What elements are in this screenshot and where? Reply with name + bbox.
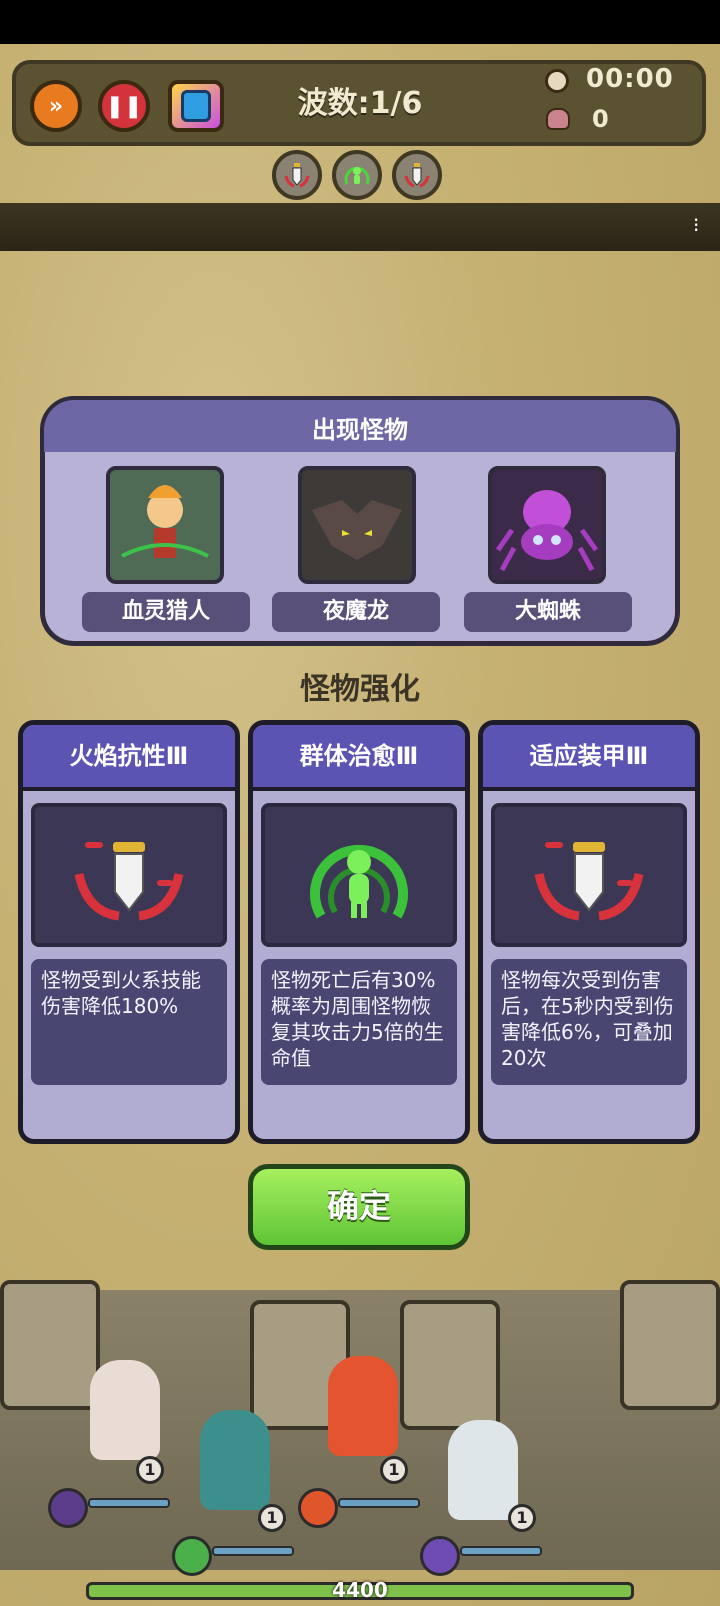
dagger-icon	[404, 163, 430, 188]
clock-icon	[545, 69, 569, 93]
dagger-icon	[74, 842, 184, 921]
base-hp-value: 4400	[332, 1578, 388, 1602]
banner-handle-icon[interactable]: ⁝	[693, 213, 699, 237]
hero-energy-bar	[338, 1498, 420, 1508]
spear-skill-icon[interactable]	[48, 1488, 88, 1528]
bat-dragon-icon	[312, 500, 402, 560]
confirm-button[interactable]: 确定	[248, 1164, 470, 1250]
wind-skill-icon[interactable]	[172, 1536, 212, 1576]
card-art	[31, 803, 227, 947]
info-banner	[0, 203, 720, 251]
buff-chip-adaptive-armor[interactable]	[392, 150, 442, 200]
timer: 00:00	[586, 64, 674, 94]
card-art	[261, 803, 457, 947]
dagger-icon	[534, 842, 644, 921]
monster-name: 大蜘蛛	[464, 592, 632, 632]
monsters-panel-title: 出现怪物	[312, 416, 408, 444]
kill-count: 0	[592, 105, 609, 133]
arcane-skill-icon[interactable]	[420, 1536, 460, 1576]
card-title: 群体治愈Ⅲ	[253, 725, 465, 791]
buff-chip-group-heal[interactable]	[332, 150, 382, 200]
hero-fire-warrior[interactable]	[328, 1356, 398, 1456]
monster-portrait-blood-hunter[interactable]	[106, 466, 224, 584]
card-title: 适应装甲Ⅲ	[483, 725, 695, 791]
hero-elf-mage[interactable]	[90, 1360, 160, 1460]
hero-energy-bar	[460, 1546, 542, 1556]
skull-icon	[546, 108, 570, 130]
speed-button[interactable]: »	[30, 80, 82, 132]
elf-hunter-icon	[121, 485, 209, 558]
castle-pillar	[0, 1280, 100, 1410]
hero-energy-bar	[88, 1498, 170, 1508]
fast-forward-icon: »	[48, 93, 64, 119]
card-description: 怪物每次受到伤害后，在5秒内受到伤害降低6%，可叠加20次	[491, 959, 687, 1085]
hero-level-badge: 1	[136, 1456, 164, 1484]
section-title: 怪物强化	[300, 672, 420, 707]
monster-buff-card[interactable]: 适应装甲Ⅲ 怪物每次受到伤害后，在5秒内受到伤害降低6%，可叠加20次	[478, 720, 700, 1144]
card-title: 火焰抗性Ⅲ	[23, 725, 235, 791]
card-icon	[181, 90, 211, 122]
buff-chip-fire-resist[interactable]	[272, 150, 322, 200]
hero-old-wizard[interactable]	[448, 1420, 518, 1520]
dagger-icon	[284, 163, 310, 188]
hero-level-badge: 1	[258, 1504, 286, 1532]
castle-pillar	[400, 1300, 500, 1430]
card-description: 怪物受到火系技能伤害降低180%	[31, 959, 227, 1085]
hero-level-badge: 1	[380, 1456, 408, 1484]
heal-icon	[344, 166, 370, 185]
monster-name: 血灵猎人	[82, 592, 250, 632]
monster-buff-card[interactable]: 群体治愈Ⅲ 怪物死亡后有30%概率为周围怪物恢复其攻击力5倍的生命值	[248, 720, 470, 1144]
pause-button[interactable]: ❚❚	[98, 80, 150, 132]
monster-buff-card[interactable]: 火焰抗性Ⅲ 怪物受到火系技能伤害降低180%	[18, 720, 240, 1144]
monster-name: 夜魔龙	[272, 592, 440, 632]
heal-icon	[310, 844, 408, 919]
card-art	[491, 803, 687, 947]
monster-portrait-giant-spider[interactable]	[488, 466, 606, 584]
card-description: 怪物死亡后有30%概率为周围怪物恢复其攻击力5倍的生命值	[261, 959, 457, 1085]
spider-icon	[495, 490, 599, 572]
card-deck-button[interactable]	[168, 80, 224, 132]
pause-icon: ❚❚	[105, 93, 143, 119]
monster-portrait-night-dragon[interactable]	[298, 466, 416, 584]
status-bar	[0, 0, 720, 44]
hero-level-badge: 1	[508, 1504, 536, 1532]
fire-ring-skill-icon[interactable]	[298, 1488, 338, 1528]
castle-pillar	[620, 1280, 720, 1410]
hero-druid-bird[interactable]	[200, 1410, 270, 1510]
wave-counter: 波数:1/6	[297, 86, 423, 121]
hero-energy-bar	[212, 1546, 294, 1556]
